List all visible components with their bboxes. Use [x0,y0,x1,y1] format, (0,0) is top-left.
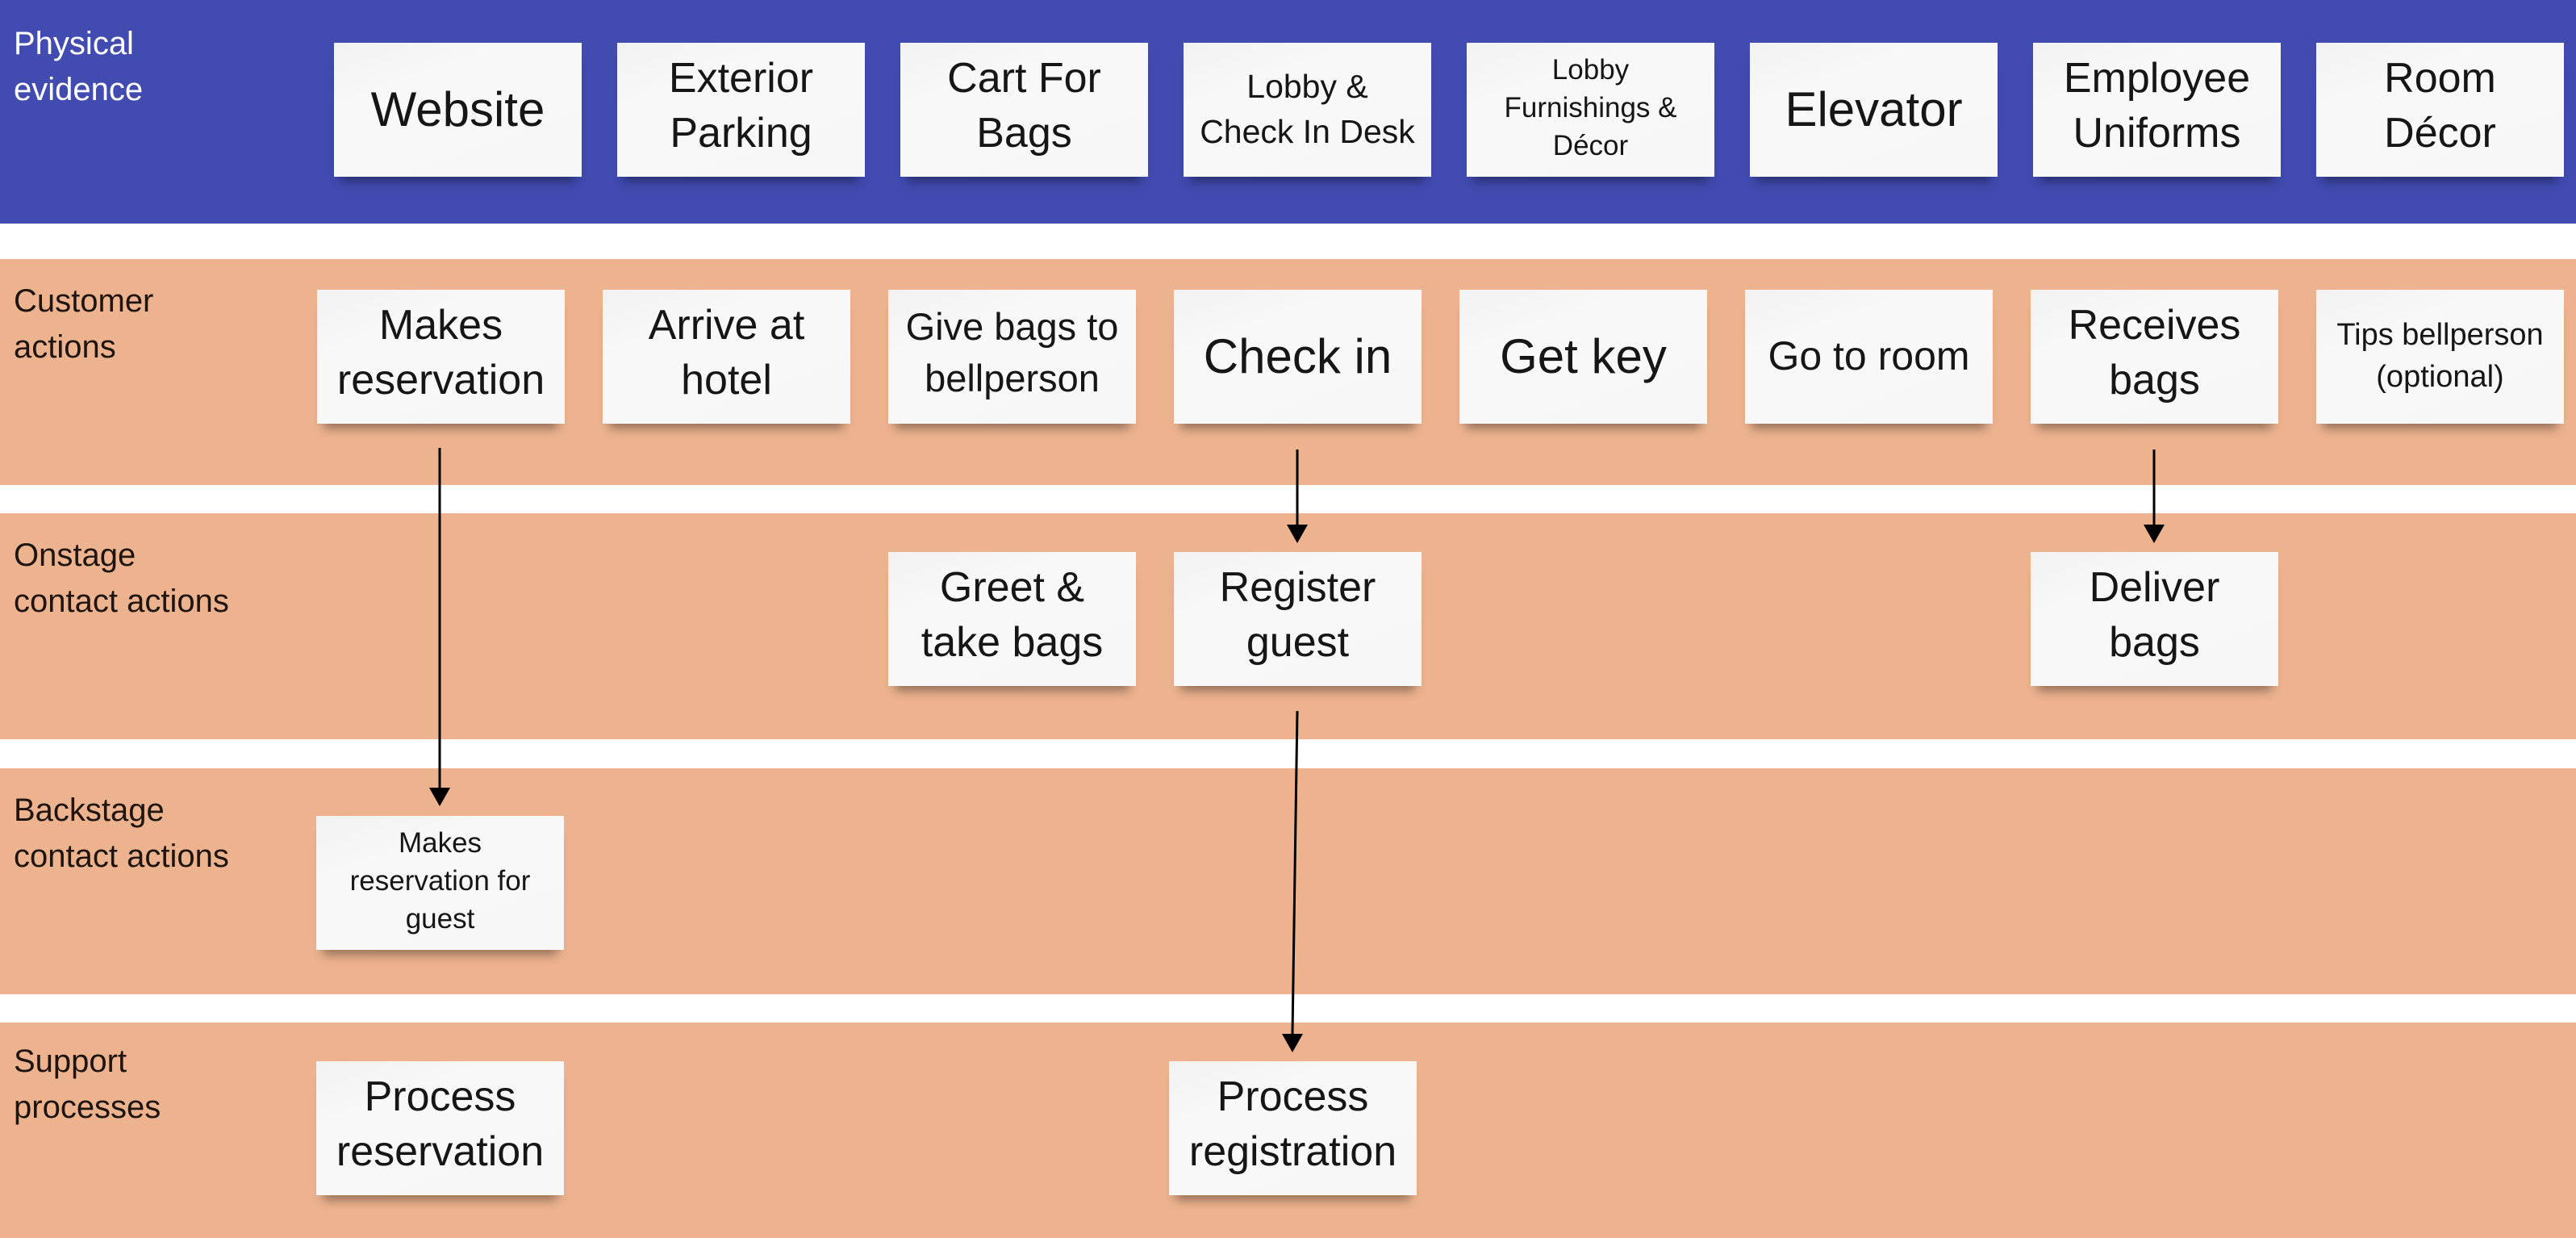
sticky-note-process-registration[interactable]: Process registration [1169,1061,1417,1195]
sticky-note-go-to-room[interactable]: Go to room [1745,290,1993,424]
note-text: Elevator [1785,82,1963,136]
note-text: Lobby & Check In Desk [1200,68,1415,150]
sticky-note-check-in[interactable]: Check in [1174,290,1422,424]
sticky-note-tips-bellperson[interactable]: Tips bellperson (optional) [2316,290,2564,424]
note-text: Register guest [1219,564,1376,666]
note-text: Receives bags [2068,302,2241,404]
note-text: Website [370,82,545,136]
note-text: Process registration [1188,1073,1397,1175]
note-text: Cart For Bags [947,55,1101,157]
note-text: Go to room [1768,333,1970,379]
note-text: Exterior Parking [668,55,814,157]
note-text: Lobby Furnishings & Décor [1504,54,1677,161]
sticky-note-cart-for-bags[interactable]: Cart For Bags [900,43,1148,177]
lane-label: Support processes [14,1044,161,1125]
lane-label: Customer actions [14,283,154,365]
note-text: Get key [1500,329,1667,383]
sticky-note-arrive-at-hotel[interactable]: Arrive at hotel [603,290,850,424]
sticky-note-get-key[interactable]: Get key [1459,290,1707,424]
sticky-note-exterior-parking[interactable]: Exterior Parking [617,43,865,177]
note-text: Check in [1203,329,1392,383]
sticky-note-website[interactable]: Website [334,43,582,177]
sticky-note-lobby-check-in-desk[interactable]: Lobby & Check In Desk [1184,43,1431,177]
lane-label: Onstage contact actions [14,537,229,619]
sticky-note-deliver-bags[interactable]: Deliver bags [2031,552,2278,686]
sticky-note-lobby-furnishings-decor[interactable]: Lobby Furnishings & Décor [1467,43,1714,177]
sticky-note-give-bags-to-bellperson[interactable]: Give bags to bellperson [888,290,1136,424]
lane-label: Backstage contact actions [14,793,229,874]
note-text: Room Décor [2384,55,2496,157]
sticky-note-room-decor[interactable]: Room Décor [2316,43,2564,177]
note-text: Deliver bags [2089,564,2220,666]
sticky-note-makes-reservation-for-guest[interactable]: Makes reservation for guest [316,816,564,950]
sticky-note-register-guest[interactable]: Register guest [1174,552,1422,686]
note-text: Makes reservation for guest [349,827,531,935]
sticky-note-employee-uniforms[interactable]: Employee Uniforms [2033,43,2281,177]
note-text: Employee Uniforms [2063,55,2251,157]
lane-label: Physical evidence [14,26,144,107]
note-text: Makes reservation [336,302,545,404]
sticky-note-elevator[interactable]: Elevator [1750,43,1998,177]
note-text: Give bags to bellperson [905,305,1119,399]
note-text: Greet & take bags [921,564,1104,666]
sticky-note-greet-take-bags[interactable]: Greet & take bags [888,552,1136,686]
sticky-note-process-reservation[interactable]: Process reservation [316,1061,564,1195]
note-text: Arrive at hotel [648,302,805,404]
note-text: Tips bellperson (optional) [2336,318,2544,394]
note-text: Process reservation [336,1073,545,1175]
sticky-note-makes-reservation[interactable]: Makes reservation [317,290,565,424]
sticky-note-receives-bags[interactable]: Receives bags [2031,290,2278,424]
